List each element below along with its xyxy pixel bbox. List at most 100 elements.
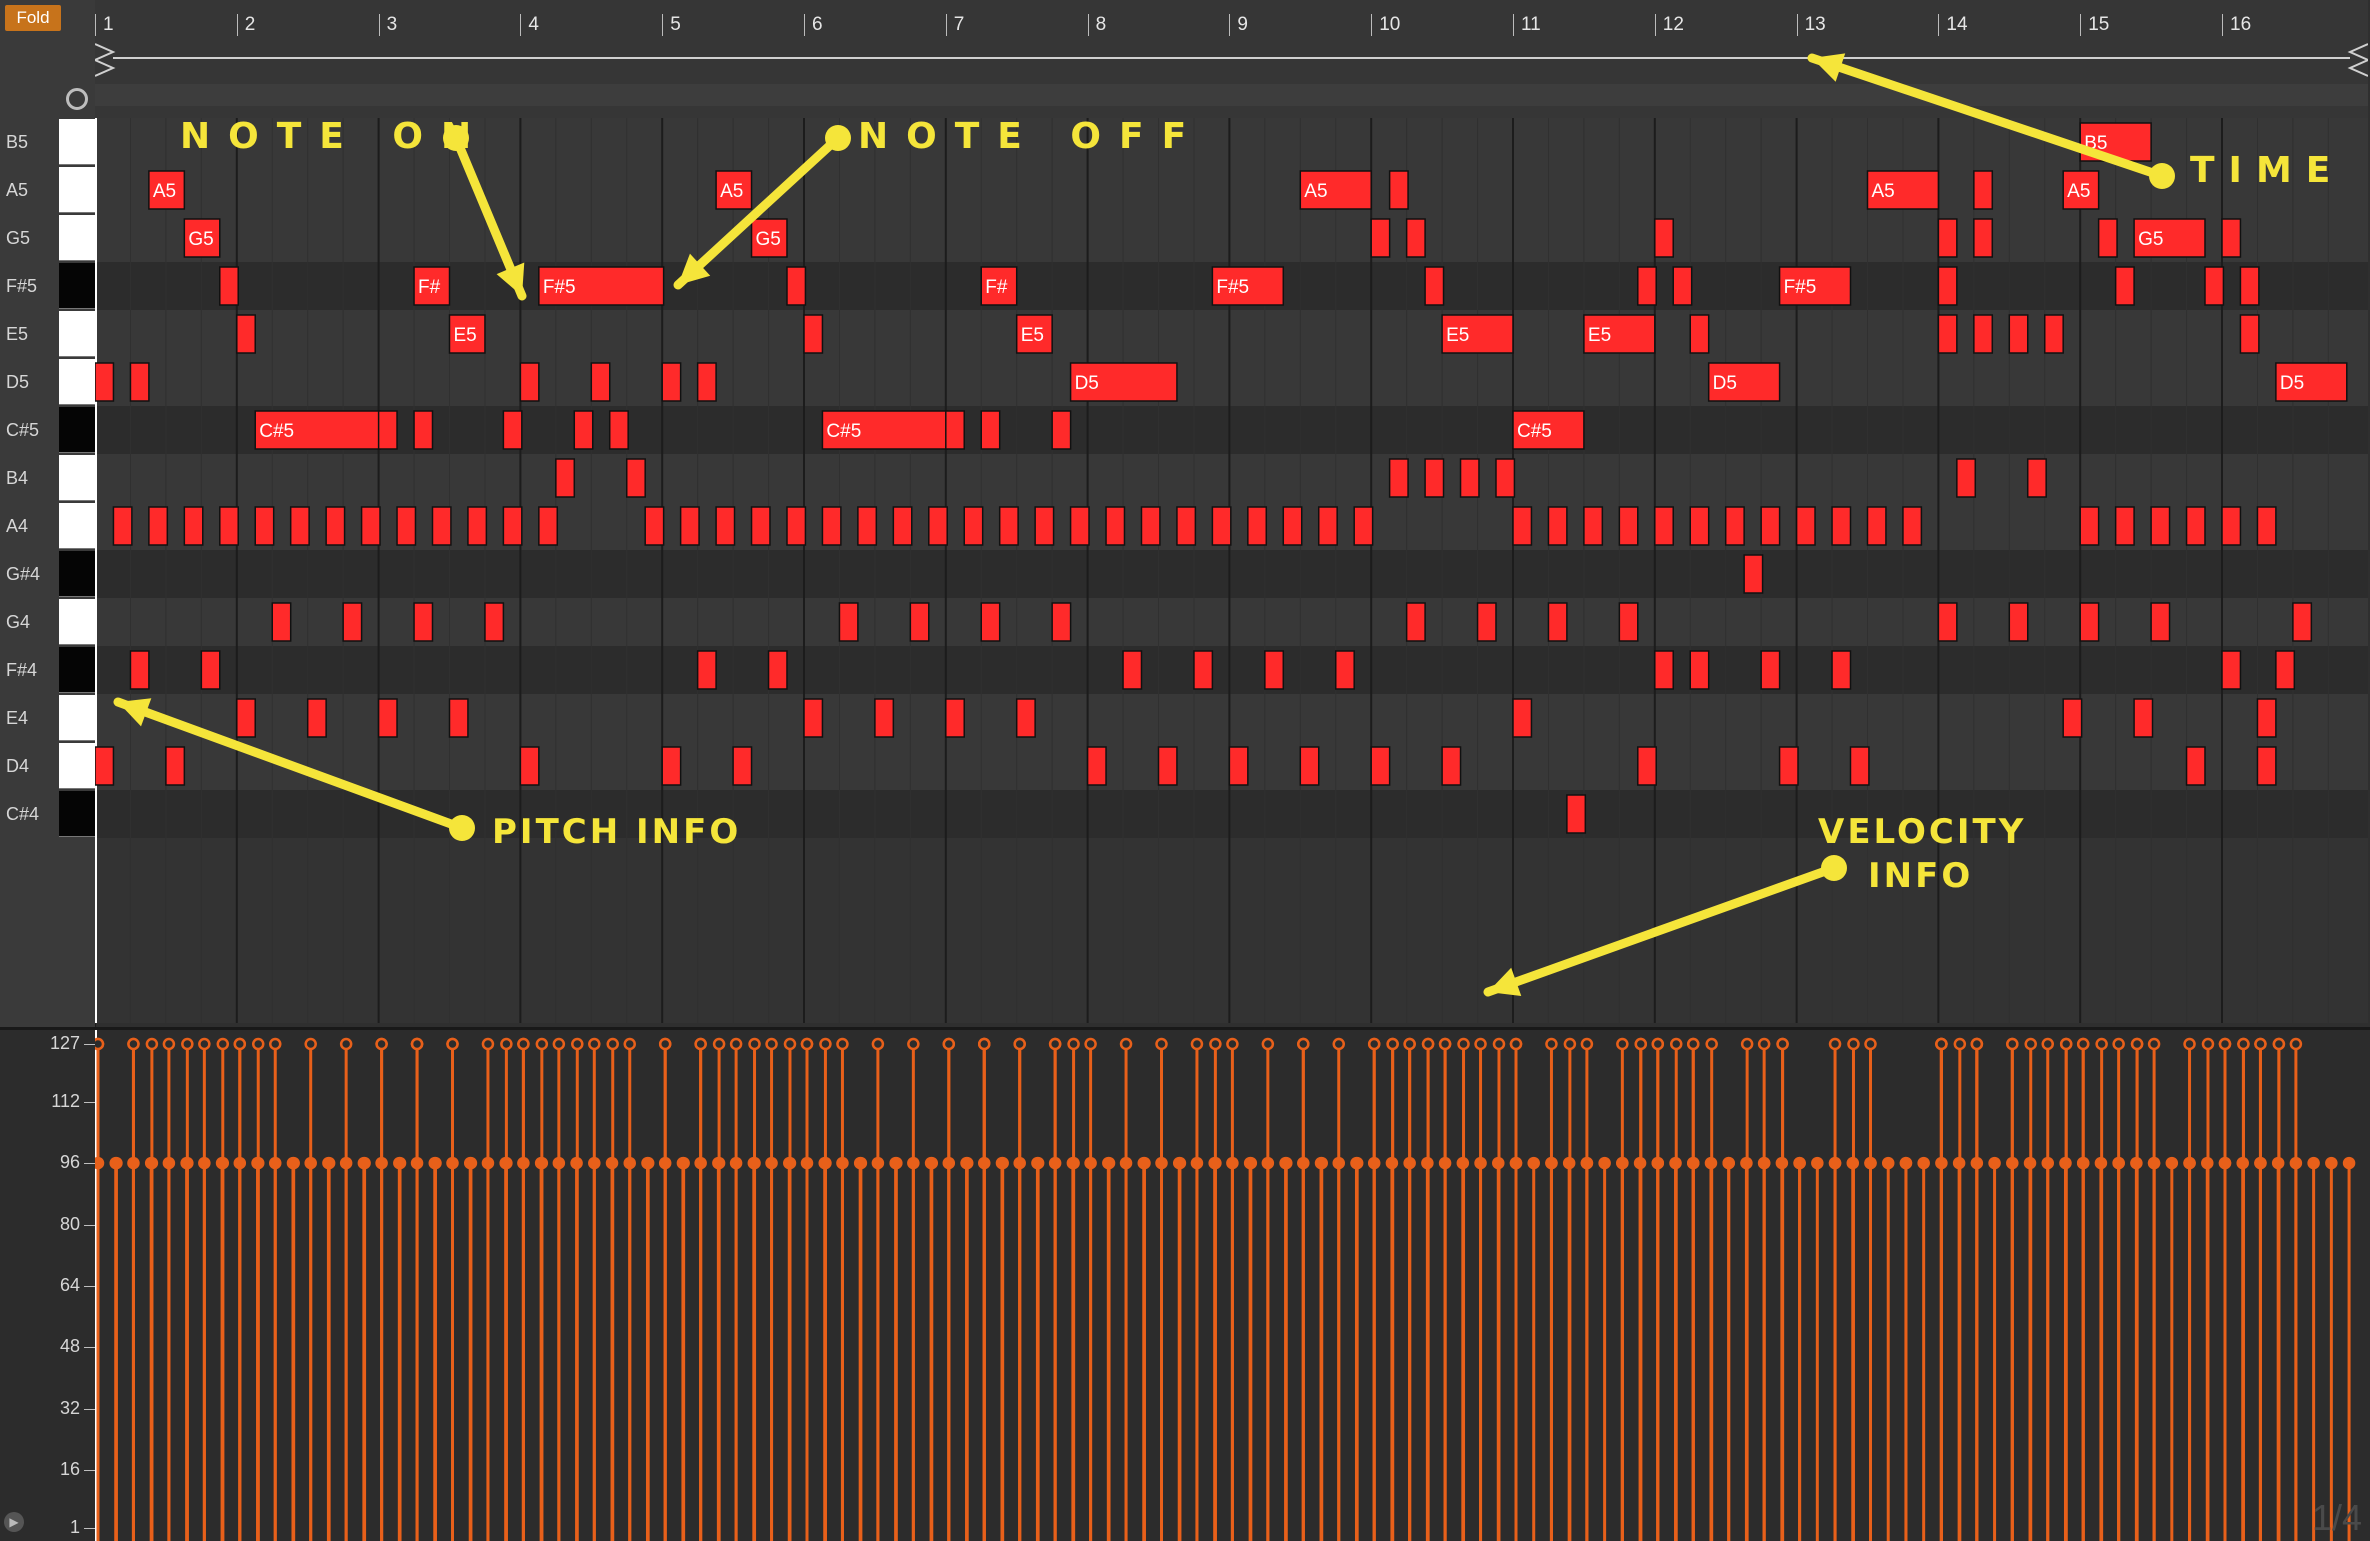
velocity-handle[interactable] bbox=[641, 1156, 654, 1170]
velocity-handle[interactable] bbox=[1775, 1156, 1789, 1170]
white-key[interactable] bbox=[59, 359, 95, 405]
white-key[interactable] bbox=[59, 599, 95, 645]
midi-note[interactable] bbox=[1405, 602, 1426, 642]
velocity-handle[interactable] bbox=[2112, 1156, 2125, 1170]
velocity-handle[interactable] bbox=[1332, 1156, 1345, 1170]
velocity-handle[interactable] bbox=[1970, 1037, 1984, 1051]
midi-note[interactable] bbox=[2150, 506, 2171, 546]
velocity-handle[interactable] bbox=[1155, 1156, 1168, 1170]
midi-note[interactable] bbox=[1547, 602, 1568, 642]
velocity-handle[interactable] bbox=[1634, 1037, 1648, 1051]
velocity-handle[interactable] bbox=[1687, 1037, 1700, 1051]
velocity-handle[interactable] bbox=[1776, 1037, 1789, 1051]
midi-note[interactable] bbox=[1973, 314, 1994, 354]
midi-note[interactable] bbox=[1015, 698, 1036, 738]
midi-note[interactable] bbox=[1388, 458, 1409, 498]
midi-note[interactable] bbox=[1831, 506, 1852, 546]
midi-note[interactable] bbox=[696, 650, 717, 690]
velocity-handle[interactable] bbox=[339, 1156, 353, 1170]
midi-note[interactable] bbox=[1317, 506, 1338, 546]
midi-note[interactable] bbox=[2008, 602, 2029, 642]
velocity-handle[interactable] bbox=[623, 1037, 636, 1051]
midi-note[interactable] bbox=[2185, 746, 2206, 786]
velocity-handle[interactable] bbox=[2006, 1156, 2019, 1170]
midi-note[interactable] bbox=[945, 410, 965, 450]
midi-note[interactable] bbox=[679, 506, 700, 546]
midi-note[interactable] bbox=[271, 602, 292, 642]
midi-note[interactable] bbox=[696, 362, 717, 402]
velocity-handle[interactable] bbox=[339, 1037, 353, 1051]
velocity-handle[interactable] bbox=[2165, 1156, 2179, 1170]
grid-empty-area[interactable] bbox=[95, 838, 2368, 1023]
midi-note[interactable] bbox=[1689, 650, 1710, 690]
midi-note[interactable] bbox=[1140, 506, 1161, 546]
white-key[interactable] bbox=[59, 503, 95, 549]
midi-note[interactable] bbox=[1335, 650, 1355, 690]
grid-row[interactable] bbox=[95, 694, 2368, 742]
play-icon[interactable]: ▶ bbox=[4, 1512, 24, 1532]
velocity-handle[interactable] bbox=[233, 1037, 247, 1051]
midi-note[interactable] bbox=[2008, 314, 2029, 354]
velocity-handle[interactable] bbox=[676, 1156, 690, 1170]
velocity-handle[interactable] bbox=[216, 1037, 230, 1051]
velocity-handle[interactable] bbox=[1580, 1156, 1594, 1170]
velocity-handle[interactable] bbox=[1899, 1156, 1913, 1170]
velocity-handle[interactable] bbox=[606, 1037, 619, 1051]
midi-note[interactable] bbox=[1157, 746, 1178, 786]
velocity-handle[interactable] bbox=[605, 1156, 619, 1170]
velocity-handle[interactable] bbox=[800, 1037, 814, 1051]
velocity-handle[interactable] bbox=[198, 1156, 211, 1170]
velocity-handle[interactable] bbox=[1474, 1156, 1487, 1170]
midi-note[interactable] bbox=[2275, 650, 2296, 690]
velocity-handle[interactable] bbox=[1084, 1037, 1097, 1051]
velocity-handle[interactable] bbox=[1917, 1156, 1930, 1170]
velocity-handle[interactable] bbox=[1297, 1037, 1310, 1051]
velocity-handle[interactable] bbox=[1757, 1037, 1771, 1051]
velocity-handle[interactable] bbox=[2271, 1156, 2285, 1170]
velocity-handle[interactable] bbox=[145, 1037, 159, 1051]
velocity-handle[interactable] bbox=[2289, 1037, 2303, 1051]
velocity-handle[interactable] bbox=[1651, 1156, 1665, 1170]
velocity-handle[interactable] bbox=[180, 1156, 193, 1170]
velocity-handle[interactable] bbox=[2059, 1156, 2072, 1170]
velocity-handle[interactable] bbox=[1492, 1156, 1505, 1170]
velocity-handle[interactable] bbox=[1616, 1156, 1629, 1170]
velocity-handle[interactable] bbox=[924, 1156, 938, 1170]
velocity-handle[interactable] bbox=[2218, 1037, 2232, 1051]
midi-note[interactable] bbox=[413, 602, 434, 642]
velocity-handle[interactable] bbox=[1740, 1037, 1754, 1051]
midi-note[interactable] bbox=[377, 698, 398, 738]
midi-note[interactable] bbox=[1956, 458, 1977, 498]
midi-note[interactable] bbox=[431, 506, 452, 546]
midi-note[interactable] bbox=[519, 746, 540, 786]
velocity-handle[interactable] bbox=[1403, 1037, 1416, 1051]
midi-note[interactable] bbox=[644, 506, 665, 546]
velocity-handle[interactable] bbox=[1793, 1156, 1806, 1170]
velocity-handle[interactable] bbox=[2076, 1037, 2090, 1051]
velocity-handle[interactable] bbox=[2183, 1156, 2196, 1170]
velocity-handle[interactable] bbox=[233, 1156, 247, 1170]
velocity-handle[interactable] bbox=[446, 1156, 459, 1170]
velocity-handle[interactable] bbox=[853, 1156, 867, 1170]
midi-note[interactable] bbox=[2114, 266, 2135, 306]
velocity-handle[interactable] bbox=[694, 1156, 707, 1170]
midi-note[interactable] bbox=[1654, 218, 1674, 258]
velocity-handle[interactable] bbox=[1385, 1156, 1399, 1170]
velocity-handle[interactable] bbox=[1580, 1037, 1594, 1051]
velocity-handle[interactable] bbox=[1084, 1156, 1097, 1170]
midi-note[interactable] bbox=[1211, 506, 1232, 546]
velocity-handle[interactable] bbox=[1209, 1037, 1222, 1051]
midi-note[interactable] bbox=[1051, 410, 1072, 450]
velocity-handle[interactable] bbox=[570, 1156, 583, 1170]
velocity-handle[interactable] bbox=[95, 1156, 105, 1170]
velocity-handle[interactable] bbox=[978, 1156, 991, 1170]
velocity-handle[interactable] bbox=[783, 1037, 797, 1051]
fold-button[interactable]: Fold bbox=[5, 5, 61, 31]
midi-note[interactable] bbox=[909, 602, 930, 642]
velocity-stems[interactable] bbox=[95, 1030, 2368, 1541]
velocity-handle[interactable] bbox=[2023, 1156, 2037, 1170]
velocity-handle[interactable] bbox=[127, 1037, 140, 1051]
velocity-handle[interactable] bbox=[729, 1037, 743, 1051]
velocity-handle[interactable] bbox=[1828, 1156, 1842, 1170]
midi-note[interactable] bbox=[1405, 218, 1426, 258]
